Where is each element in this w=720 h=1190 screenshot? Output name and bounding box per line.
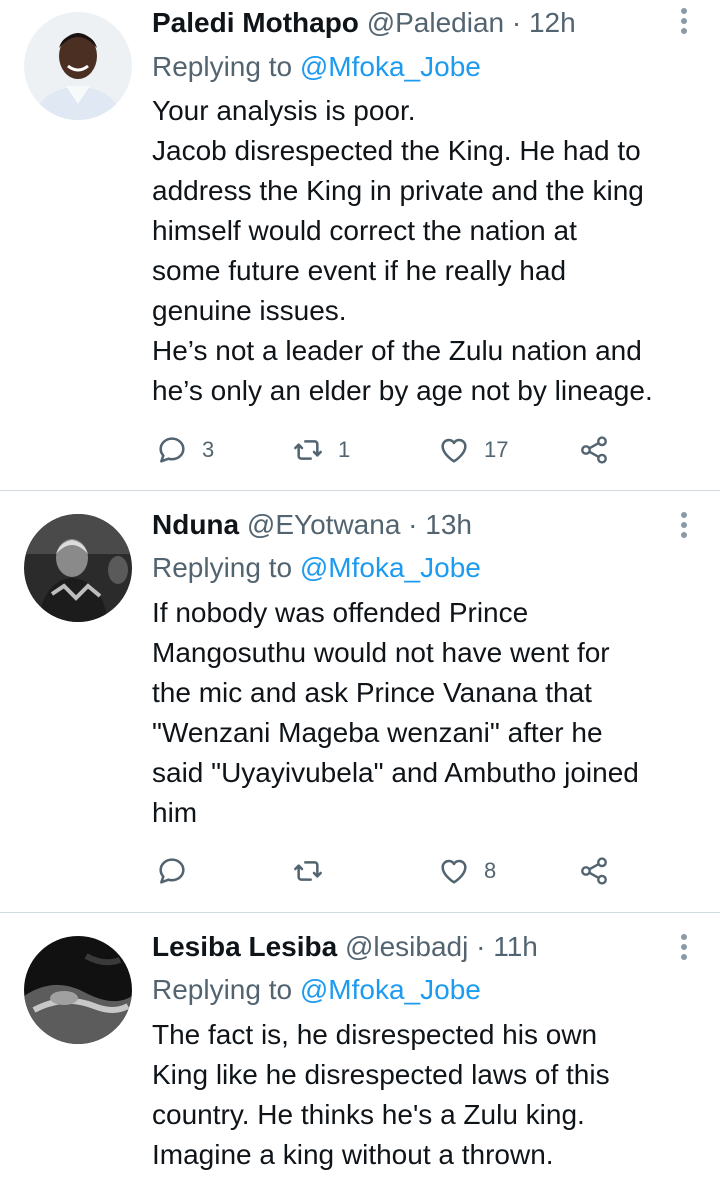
replying-label: Replying to: [152, 974, 293, 1005]
username[interactable]: @EYotwana: [247, 509, 401, 540]
tweet-text-line: King like he disrespected laws of this: [152, 1059, 610, 1090]
tweet-text-line: "Wenzani Mageba wenzani" after he: [152, 717, 603, 748]
tweet-text: If nobody was offended Prince Mangosuthu…: [152, 593, 697, 833]
more-options-icon[interactable]: [678, 512, 690, 542]
tweet-text-line: the mic and ask Prince Vanana that: [152, 677, 592, 708]
tweet-text-line: some future event if he really had: [152, 255, 567, 286]
reply-button[interactable]: [156, 851, 202, 891]
tweet-3[interactable]: Lesiba Lesiba @lesibadj · 11h Replying t…: [0, 913, 720, 1190]
tweet-text-line: himself would correct the nation at: [152, 215, 577, 246]
retweet-icon: [294, 861, 322, 881]
share-icon: [581, 857, 607, 885]
separator: ·: [504, 7, 529, 38]
heart-icon: [441, 859, 467, 884]
tweet-text-line: He’s not a leader of the Zulu nation and: [152, 335, 642, 366]
like-button[interactable]: 8: [438, 851, 496, 891]
like-button[interactable]: 17: [438, 430, 508, 470]
retweet-button[interactable]: [292, 851, 338, 891]
replying-to: Replying to @Mfoka_Jobe: [152, 970, 481, 1010]
replying-to: Replying to @Mfoka_Jobe: [152, 548, 481, 588]
tweet-text-line: Jacob disrespected the King. He had to: [152, 135, 641, 166]
more-options-icon[interactable]: [678, 8, 690, 38]
timestamp[interactable]: 13h: [425, 509, 472, 540]
tweet-text-line: him: [152, 797, 198, 828]
tweet-text-line: address the King in private and the king: [152, 175, 644, 206]
display-name[interactable]: Lesiba Lesiba: [152, 931, 337, 962]
tweet-text-line: The fact is, he disrespected his own: [152, 1019, 598, 1050]
timestamp[interactable]: 11h: [493, 931, 538, 962]
heart-icon: [441, 438, 467, 463]
tweet-text-line: he’s only an elder by age not by lineage…: [152, 375, 653, 406]
tweet-text-line: Your analysis is poor.: [152, 95, 416, 126]
username[interactable]: @lesibadj: [345, 931, 468, 962]
share-button[interactable]: [578, 851, 610, 891]
display-name[interactable]: Nduna: [152, 509, 239, 540]
tweet-text-line: Mangosuthu would not have went for: [152, 637, 610, 668]
tweet-text-line: If nobody was offended Prince: [152, 597, 529, 628]
tweet-1[interactable]: Paledi Mothapo @Paledian · 12h Replying …: [0, 0, 720, 490]
tweet-text-line: country. He thinks he's a Zulu king.: [152, 1099, 585, 1130]
share-button[interactable]: [578, 430, 610, 470]
share-icon: [581, 436, 607, 464]
tweet-header: Paledi Mothapo @Paledian · 12h: [152, 3, 576, 43]
like-count: 17: [484, 437, 509, 462]
tweet-header: Lesiba Lesiba @lesibadj · 11h: [152, 927, 538, 967]
retweet-count: 1: [338, 437, 351, 462]
reply-button[interactable]: 3: [156, 430, 214, 470]
replying-to: Replying to @Mfoka_Jobe: [152, 47, 481, 87]
mention-link[interactable]: @Mfoka_Jobe: [300, 974, 481, 1005]
tweet-header: Nduna @EYotwana · 13h: [152, 505, 472, 545]
replying-label: Replying to: [152, 51, 293, 82]
tweet-text-line: Imagine a king without a thrown.: [152, 1139, 554, 1170]
like-count: 8: [484, 858, 497, 883]
tweet-actions: 3 1 17: [152, 430, 632, 470]
tweet-text-line: genuine issues.: [152, 295, 347, 326]
mention-link[interactable]: @Mfoka_Jobe: [300, 51, 481, 82]
retweet-icon: [294, 440, 322, 460]
retweet-button[interactable]: 1: [292, 430, 350, 470]
tweet-text-line: said "Uyayivubela" and Ambutho joined: [152, 757, 639, 788]
timestamp[interactable]: 12h: [529, 7, 576, 38]
replying-label: Replying to: [152, 552, 293, 583]
tweet-text: Your analysis is poor. Jacob disrespecte…: [152, 91, 697, 411]
reply-icon: [159, 437, 185, 463]
avatar[interactable]: [24, 514, 132, 622]
avatar[interactable]: [24, 12, 132, 120]
tweet-text: The fact is, he disrespected his own Kin…: [152, 1015, 697, 1175]
username[interactable]: @Paledian: [367, 7, 504, 38]
mention-link[interactable]: @Mfoka_Jobe: [300, 552, 481, 583]
reply-icon: [159, 858, 185, 884]
display-name[interactable]: Paledi Mothapo: [152, 7, 359, 38]
separator: ·: [468, 931, 494, 962]
tweet-actions: 8: [152, 851, 632, 891]
more-options-icon[interactable]: [678, 934, 690, 964]
reply-count: 3: [202, 437, 215, 462]
tweet-2[interactable]: Nduna @EYotwana · 13h Replying to @Mfoka…: [0, 491, 720, 911]
avatar[interactable]: [24, 936, 132, 1044]
separator: ·: [400, 509, 426, 540]
